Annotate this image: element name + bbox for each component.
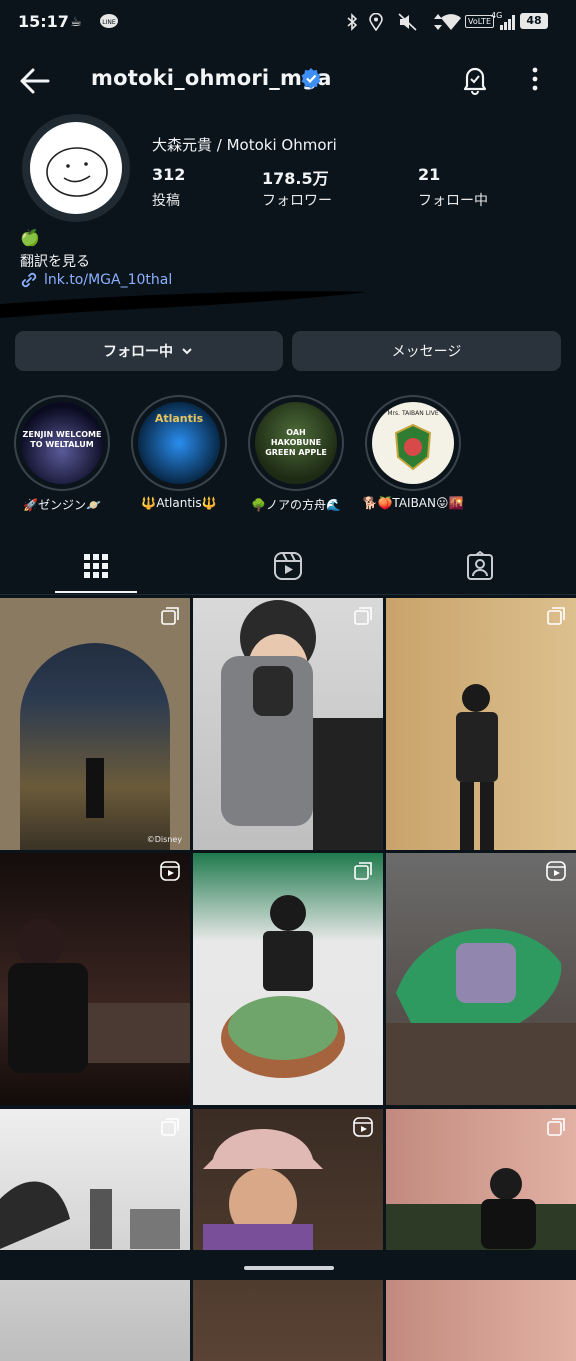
home-gesture-bar[interactable] — [244, 1266, 334, 1270]
highlight-cover-atlantis[interactable]: Atlantis — [138, 402, 220, 484]
highlight-cover-noah[interactable]: OAH HAKOBUNE GREEN APPLE — [255, 402, 337, 484]
post-thumbnail[interactable] — [0, 853, 190, 1105]
bio-emoji: 🍏 — [20, 228, 40, 247]
followers-count[interactable]: 178.5万 — [262, 165, 329, 189]
see-translation-link[interactable]: 翻訳を見る — [20, 251, 90, 271]
wifi-icon — [440, 12, 462, 32]
taiban-crest-icon — [394, 423, 432, 471]
redaction-scribble — [0, 291, 368, 318]
location-icon — [366, 12, 386, 32]
carousel-icon — [547, 1118, 565, 1136]
system-nav-area — [0, 1250, 576, 1280]
post-thumbnail[interactable] — [386, 598, 576, 850]
verified-badge-icon — [300, 67, 322, 89]
highlight-cover-text: ZENJIN WELCOME TO WELTALUM — [22, 430, 102, 449]
bw-building-photo — [0, 1181, 180, 1249]
reel-icon — [353, 1117, 373, 1137]
carousel-icon — [161, 1118, 179, 1136]
carousel-icon — [354, 607, 372, 625]
carousel-icon — [354, 862, 372, 880]
volte-badge: VoLTE — [465, 15, 495, 28]
active-tab-indicator — [55, 591, 137, 593]
back-button[interactable] — [18, 64, 52, 98]
message-button-label: メッセージ — [391, 344, 462, 360]
avatar[interactable] — [30, 122, 122, 214]
mute-icon — [398, 12, 418, 32]
profile-full-name: 大森元貴 / Motoki Ohmori — [152, 136, 337, 154]
post-thumbnail[interactable] — [0, 1109, 190, 1361]
message-button[interactable]: メッセージ — [292, 331, 561, 371]
highlight-cover-text: OAH HAKOBUNE GREEN APPLE — [265, 428, 327, 457]
battery-level: 48 — [520, 13, 548, 29]
post-caption: ©Disney — [146, 835, 182, 844]
tab-posts-grid[interactable] — [76, 546, 116, 586]
tab-divider — [0, 594, 576, 595]
more-vertical-icon — [532, 67, 538, 91]
following-button[interactable]: フォロー中 — [15, 331, 283, 371]
notifications-bell-button[interactable] — [458, 62, 492, 96]
tab-reels[interactable] — [268, 546, 308, 586]
standing-portrait-photo — [456, 684, 498, 850]
birthday-cake-photo — [221, 895, 345, 1078]
following-button-label: フォロー中 — [103, 344, 173, 360]
profile-username: motoki_ohmori_mga — [91, 66, 332, 90]
post-thumbnail[interactable] — [193, 1109, 383, 1361]
back-arrow-icon — [20, 68, 50, 94]
post-thumbnail[interactable] — [386, 1109, 576, 1361]
highlight-label: 🔱Atlantis🔱 — [141, 496, 217, 510]
carousel-icon — [547, 607, 565, 625]
status-bar: 15:17 ☕ LINE VoLTE 4G 48 — [0, 0, 576, 44]
highlight-cover-text: Atlantis — [154, 412, 204, 425]
followers-label[interactable]: フォロワー — [262, 190, 332, 210]
tab-tagged[interactable] — [460, 546, 500, 586]
reel-icon — [546, 861, 566, 881]
grid-icon — [84, 554, 108, 578]
highlight-label: 🐕🍑TAIBAN😛🌇 — [362, 496, 464, 510]
castle-arch-photo — [0, 598, 190, 850]
concert-singer-photo — [8, 919, 190, 1073]
more-options-button[interactable] — [520, 62, 550, 96]
highlight-cover-zenjin[interactable]: ZENJIN WELCOME TO WELTALUM — [21, 402, 103, 484]
green-towel-photo — [386, 928, 576, 1105]
tagged-person-icon — [467, 551, 493, 580]
following-label[interactable]: フォロー中 — [418, 190, 488, 210]
highlight-label: 🌳ノアの方舟🌊 — [251, 498, 341, 512]
posts-count[interactable]: 312 — [152, 165, 185, 184]
post-thumbnail[interactable] — [193, 853, 383, 1105]
signal-icon — [498, 12, 518, 32]
reels-icon — [274, 552, 302, 580]
sofa-portrait-photo — [386, 1168, 576, 1254]
bucket-hat-photo — [203, 1129, 323, 1254]
post-thumbnail[interactable]: ©Disney — [0, 598, 190, 850]
bluetooth-icon — [342, 12, 362, 32]
post-thumbnail[interactable] — [193, 598, 383, 850]
following-count[interactable]: 21 — [418, 165, 440, 184]
post-thumbnail[interactable] — [386, 853, 576, 1105]
status-time: 15:17 — [18, 12, 69, 31]
selfie-phone-photo — [221, 600, 383, 850]
highlight-cover-taiban[interactable]: Mrs. TAIBAN LIVE — [372, 402, 454, 484]
carousel-icon — [161, 607, 179, 625]
notification-app-icon: ☕ — [70, 14, 82, 30]
chevron-down-icon — [182, 348, 192, 355]
reel-icon — [160, 861, 180, 881]
highlight-label: 🚀ゼンジン🪐 — [23, 498, 101, 512]
line-app-icon: LINE — [98, 12, 120, 32]
posts-label[interactable]: 投稿 — [152, 190, 180, 210]
svg-text:LINE: LINE — [102, 19, 116, 26]
bell-check-icon — [463, 67, 487, 95]
smiley-drawing-icon — [46, 147, 108, 197]
